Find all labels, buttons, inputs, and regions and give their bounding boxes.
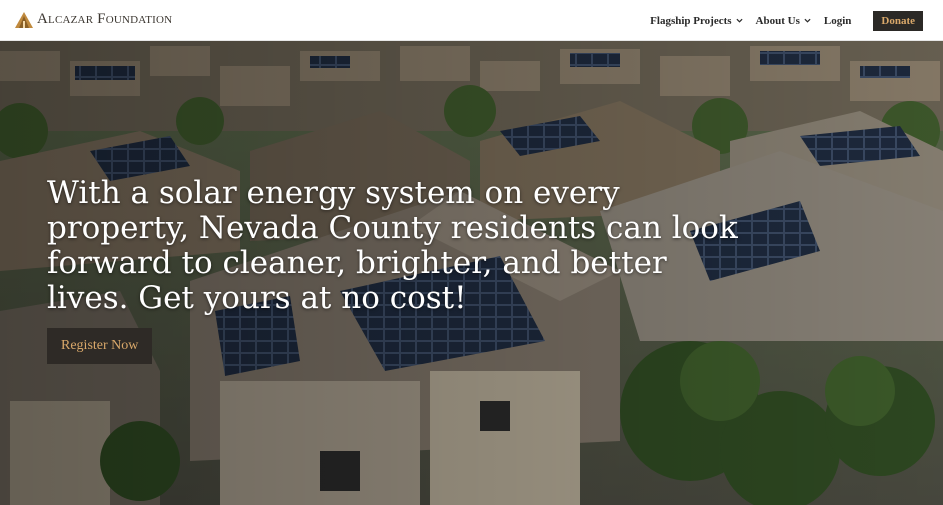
logo-text: Alcazar Foundation — [37, 11, 173, 27]
nav-flagship-projects[interactable]: Flagship Projects — [650, 14, 743, 27]
main-nav: Flagship Projects About Us Login Donate — [637, 0, 923, 41]
site-header: Alcazar Foundation Flagship Projects Abo… — [0, 0, 943, 41]
nav-login-label: Login — [823, 14, 852, 27]
chevron-down-icon — [735, 18, 743, 23]
chevron-down-icon — [804, 18, 811, 23]
donate-button[interactable]: Donate — [873, 10, 923, 31]
nav-flagship-projects-label: Flagship Projects — [650, 14, 732, 27]
nav-about-us[interactable]: About Us — [756, 15, 811, 27]
nav-login[interactable]: Login — [824, 15, 852, 27]
logo[interactable]: Alcazar Foundation — [15, 11, 172, 28]
page: Alcazar Foundation Flagship Projects Abo… — [0, 0, 943, 505]
hero-headline: With a solar energy system on every prop… — [47, 175, 738, 316]
register-now-button[interactable]: Register Now — [47, 328, 153, 364]
nav-about-us-label: About Us — [755, 14, 800, 27]
hero-section: With a solar energy system on every prop… — [0, 41, 943, 505]
logo-icon — [15, 11, 33, 28]
